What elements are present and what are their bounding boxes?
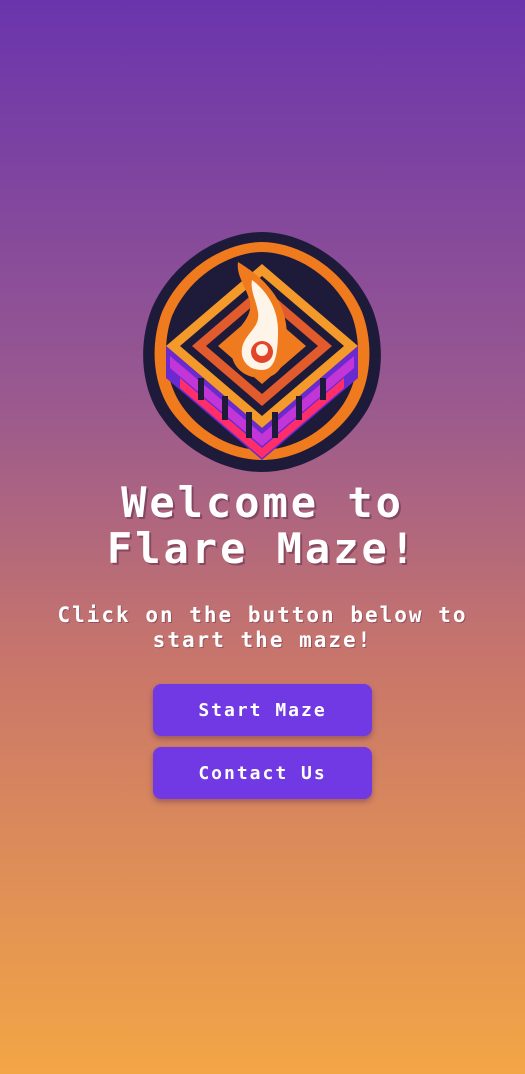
instructions-line-1: Click on the button below to bbox=[57, 603, 468, 627]
instructions-line-2: start the maze! bbox=[152, 628, 373, 652]
title-line-1: Welcome to bbox=[121, 478, 404, 527]
flame-maze-logo-icon bbox=[143, 232, 381, 472]
page-title: Welcome to Flare Maze! bbox=[0, 480, 525, 572]
contact-us-button[interactable]: Contact Us bbox=[153, 747, 372, 799]
instructions-text: Click on the button below to start the m… bbox=[0, 603, 525, 653]
title-line-2: Flare Maze! bbox=[106, 524, 419, 573]
start-maze-button[interactable]: Start Maze bbox=[153, 684, 372, 736]
page: Welcome to Flare Maze! Click on the butt… bbox=[0, 0, 525, 1074]
